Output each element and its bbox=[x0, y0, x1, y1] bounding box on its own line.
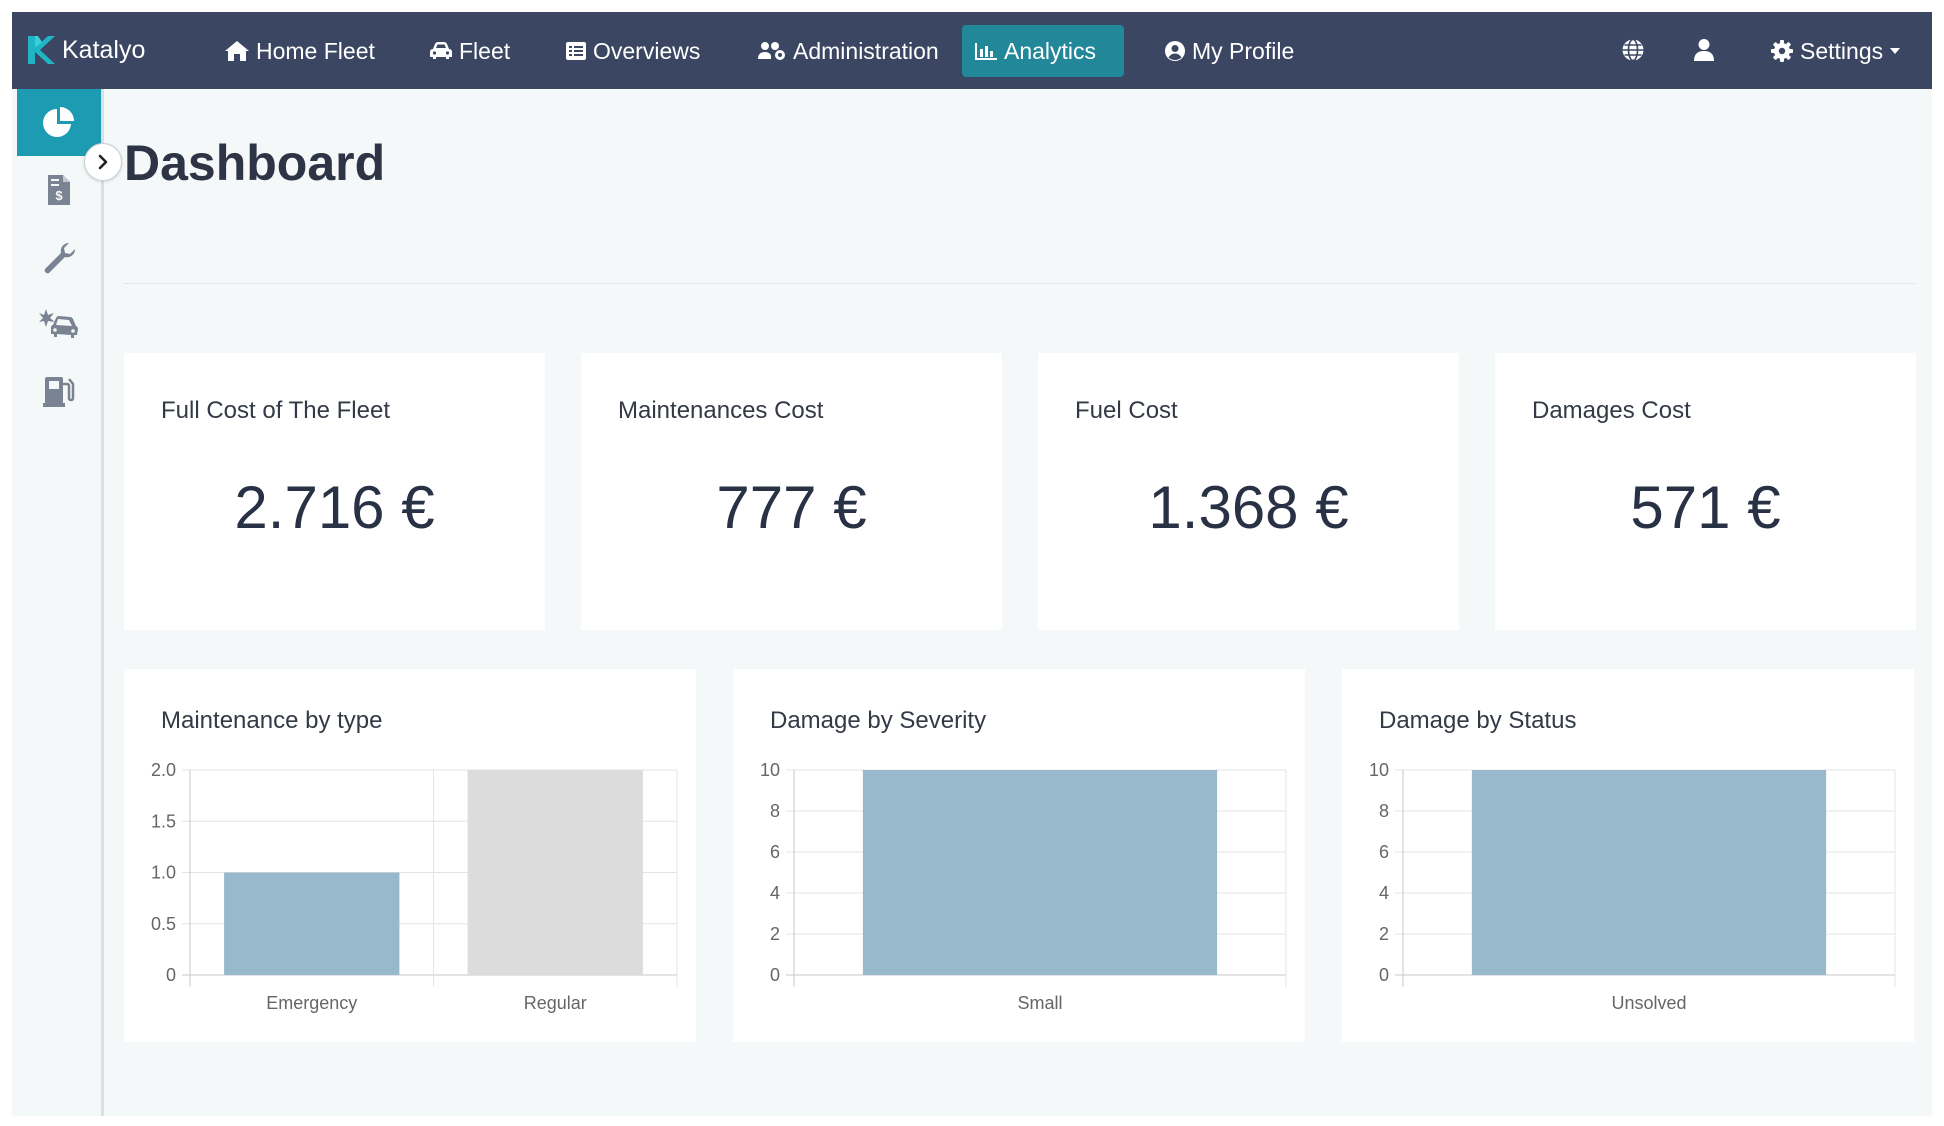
kpi-label: Maintenances Cost bbox=[618, 397, 824, 424]
kpi-value: 571 € bbox=[1630, 474, 1781, 541]
nav-fleet-label: Fleet bbox=[459, 37, 511, 64]
settings-dropdown[interactable]: Settings bbox=[1758, 25, 1912, 77]
x-tick-label: Small bbox=[1017, 993, 1062, 1013]
y-tick-label: 4 bbox=[1379, 883, 1389, 903]
kpi-card-damages-cost: Damages Cost 571 € bbox=[1495, 353, 1916, 630]
y-tick-label: 2 bbox=[1379, 924, 1389, 944]
page-title: Dashboard bbox=[124, 135, 386, 191]
bar-small[interactable] bbox=[862, 770, 1218, 975]
car-icon bbox=[430, 42, 452, 59]
y-tick-label: 6 bbox=[770, 842, 780, 862]
bar-emergency[interactable] bbox=[224, 872, 400, 976]
app-window: Katalyo Home Fleet Fleet Overviews Admin… bbox=[12, 12, 1932, 1116]
nav-analytics[interactable]: Analytics bbox=[962, 25, 1124, 77]
y-tick-label: 6 bbox=[1379, 842, 1389, 862]
chevron-down-icon bbox=[1890, 48, 1901, 54]
y-tick-label: 0 bbox=[166, 965, 176, 985]
user-icon bbox=[1694, 39, 1714, 61]
kpi-value: 2.716 € bbox=[234, 474, 435, 541]
chart-card-damage-by-severity: 0 2 4 6 8 10 Small Damage by Severity bbox=[733, 669, 1305, 1042]
home-icon bbox=[225, 41, 249, 61]
y-tick-label: 0 bbox=[1379, 965, 1389, 985]
kpi-label: Fuel Cost bbox=[1075, 397, 1178, 424]
y-tick-label: 0.5 bbox=[151, 914, 176, 934]
katalyo-logo-icon bbox=[28, 36, 55, 64]
bar-unsolved[interactable] bbox=[1471, 770, 1827, 975]
brand-logo[interactable]: Katalyo bbox=[26, 30, 145, 70]
kpi-value: 777 € bbox=[716, 474, 867, 541]
nav-analytics-label: Analytics bbox=[1004, 37, 1097, 64]
language-globe-button[interactable] bbox=[1617, 34, 1649, 66]
y-tick-label: 1.0 bbox=[151, 863, 176, 883]
nav-my-profile[interactable]: My Profile bbox=[1152, 25, 1306, 77]
users-cog-icon bbox=[758, 42, 785, 60]
kpi-card-fuel-cost: Fuel Cost 1.368 € bbox=[1038, 353, 1459, 630]
globe-icon bbox=[1622, 38, 1644, 62]
nav-my-profile-label: My Profile bbox=[1192, 37, 1295, 64]
y-tick-label: 10 bbox=[1369, 760, 1389, 780]
chevron-right-icon bbox=[98, 154, 108, 170]
chart-title: Damage by Severity bbox=[770, 707, 987, 734]
nav-home-fleet-label: Home Fleet bbox=[256, 37, 375, 64]
settings-label: Settings bbox=[1800, 37, 1884, 64]
kpi-card-maintenances-cost: Maintenances Cost 777 € bbox=[581, 353, 1002, 630]
nav-home-fleet[interactable]: Home Fleet bbox=[212, 25, 387, 77]
y-tick-label: 4 bbox=[770, 883, 780, 903]
chart-title: Maintenance by type bbox=[161, 707, 383, 734]
kpi-card-full-cost: Full Cost of The Fleet 2.716 € bbox=[124, 353, 545, 630]
bar-regular[interactable] bbox=[467, 770, 643, 975]
user-account-button[interactable] bbox=[1688, 34, 1720, 66]
y-tick-label: 8 bbox=[770, 801, 780, 821]
y-tick-label: 0 bbox=[770, 965, 780, 985]
sidebar-item-maintenance[interactable] bbox=[17, 223, 101, 290]
divider bbox=[124, 283, 1915, 284]
nav-fleet[interactable]: Fleet bbox=[417, 25, 522, 77]
nav-overviews[interactable]: Overviews bbox=[553, 25, 712, 77]
y-tick-label: 1.5 bbox=[151, 811, 176, 831]
nav-administration-label: Administration bbox=[793, 37, 939, 64]
nav-overviews-label: Overviews bbox=[593, 37, 701, 64]
chart-pie-icon bbox=[43, 106, 74, 137]
invoice-icon: $ bbox=[48, 174, 70, 205]
gear-icon bbox=[1771, 40, 1793, 62]
gas-pump-icon bbox=[43, 376, 75, 407]
x-tick-label: Unsolved bbox=[1611, 993, 1686, 1013]
y-tick-label: 2 bbox=[770, 924, 780, 944]
nav-administration[interactable]: Administration bbox=[745, 25, 951, 77]
x-tick-label: Regular bbox=[524, 993, 587, 1013]
y-tick-label: 2.0 bbox=[151, 760, 176, 780]
user-circle-icon bbox=[1165, 41, 1185, 61]
sidebar-item-fuel[interactable] bbox=[17, 357, 101, 424]
chart-card-damage-by-status: 0 2 4 6 8 10 Unsolved Damage by Status bbox=[1342, 669, 1914, 1042]
kpi-label: Damages Cost bbox=[1532, 397, 1691, 424]
wrench-icon bbox=[44, 242, 76, 273]
brand-name: Katalyo bbox=[62, 35, 146, 64]
svg-text:$: $ bbox=[55, 188, 63, 203]
sidebar-item-dashboard[interactable] bbox=[17, 89, 101, 156]
sidebar: $ bbox=[12, 89, 104, 1116]
sidebar-item-damages[interactable] bbox=[17, 290, 101, 357]
chart-title: Damage by Status bbox=[1379, 707, 1577, 734]
list-icon bbox=[566, 42, 586, 60]
kpi-value: 1.368 € bbox=[1148, 474, 1349, 541]
y-tick-label: 8 bbox=[1379, 801, 1389, 821]
x-tick-label: Emergency bbox=[266, 993, 357, 1013]
car-crash-icon bbox=[39, 308, 78, 338]
y-tick-label: 10 bbox=[760, 760, 780, 780]
chart-card-maintenance-by-type: 0 0.5 1.0 1.5 2.0 Emergency Regular Maintenanc… bbox=[124, 669, 696, 1042]
sidebar-toggle-button[interactable] bbox=[84, 143, 122, 181]
top-navbar: Katalyo Home Fleet Fleet Overviews Admin… bbox=[12, 12, 1932, 89]
chart-bar-icon bbox=[975, 43, 997, 60]
kpi-label: Full Cost of The Fleet bbox=[161, 397, 390, 424]
